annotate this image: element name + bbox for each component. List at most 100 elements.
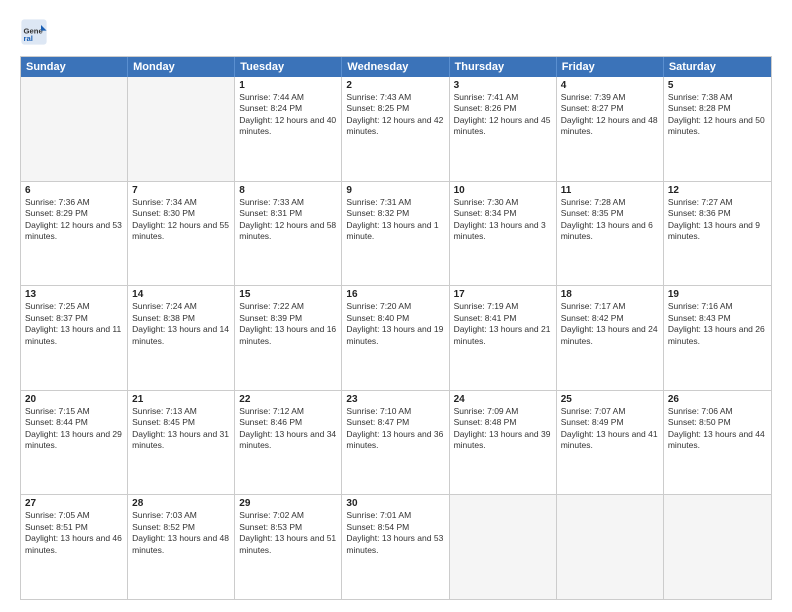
cell-info: Sunrise: 7:31 AM Sunset: 8:32 PM Dayligh… (346, 197, 444, 243)
cell-info: Sunrise: 7:15 AM Sunset: 8:44 PM Dayligh… (25, 406, 123, 452)
day-number: 6 (25, 185, 123, 196)
header-day-saturday: Saturday (664, 57, 771, 77)
day-number: 15 (239, 289, 337, 300)
cell-info: Sunrise: 7:41 AM Sunset: 8:26 PM Dayligh… (454, 92, 552, 138)
cal-cell: 14Sunrise: 7:24 AM Sunset: 8:38 PM Dayli… (128, 286, 235, 390)
day-number: 28 (132, 498, 230, 509)
page: Gene ral SundayMondayTuesdayWednesdayThu… (0, 0, 792, 612)
day-number: 7 (132, 185, 230, 196)
day-number: 14 (132, 289, 230, 300)
cell-info: Sunrise: 7:19 AM Sunset: 8:41 PM Dayligh… (454, 301, 552, 347)
cal-cell: 23Sunrise: 7:10 AM Sunset: 8:47 PM Dayli… (342, 391, 449, 495)
cell-info: Sunrise: 7:06 AM Sunset: 8:50 PM Dayligh… (668, 406, 767, 452)
cal-cell: 22Sunrise: 7:12 AM Sunset: 8:46 PM Dayli… (235, 391, 342, 495)
day-number: 17 (454, 289, 552, 300)
cell-info: Sunrise: 7:24 AM Sunset: 8:38 PM Dayligh… (132, 301, 230, 347)
calendar: SundayMondayTuesdayWednesdayThursdayFrid… (20, 56, 772, 600)
cell-info: Sunrise: 7:09 AM Sunset: 8:48 PM Dayligh… (454, 406, 552, 452)
cal-cell: 25Sunrise: 7:07 AM Sunset: 8:49 PM Dayli… (557, 391, 664, 495)
cell-info: Sunrise: 7:34 AM Sunset: 8:30 PM Dayligh… (132, 197, 230, 243)
cell-info: Sunrise: 7:01 AM Sunset: 8:54 PM Dayligh… (346, 510, 444, 556)
day-number: 13 (25, 289, 123, 300)
cal-cell: 18Sunrise: 7:17 AM Sunset: 8:42 PM Dayli… (557, 286, 664, 390)
day-number: 23 (346, 394, 444, 405)
cell-info: Sunrise: 7:27 AM Sunset: 8:36 PM Dayligh… (668, 197, 767, 243)
cell-info: Sunrise: 7:39 AM Sunset: 8:27 PM Dayligh… (561, 92, 659, 138)
day-number: 21 (132, 394, 230, 405)
cell-info: Sunrise: 7:30 AM Sunset: 8:34 PM Dayligh… (454, 197, 552, 243)
cal-cell (664, 495, 771, 599)
cell-info: Sunrise: 7:17 AM Sunset: 8:42 PM Dayligh… (561, 301, 659, 347)
cal-cell: 1Sunrise: 7:44 AM Sunset: 8:24 PM Daylig… (235, 77, 342, 181)
cal-cell: 27Sunrise: 7:05 AM Sunset: 8:51 PM Dayli… (21, 495, 128, 599)
cal-cell: 28Sunrise: 7:03 AM Sunset: 8:52 PM Dayli… (128, 495, 235, 599)
svg-text:ral: ral (24, 34, 33, 43)
cal-cell (128, 77, 235, 181)
header-day-wednesday: Wednesday (342, 57, 449, 77)
cell-info: Sunrise: 7:12 AM Sunset: 8:46 PM Dayligh… (239, 406, 337, 452)
cal-cell: 8Sunrise: 7:33 AM Sunset: 8:31 PM Daylig… (235, 182, 342, 286)
cal-cell: 6Sunrise: 7:36 AM Sunset: 8:29 PM Daylig… (21, 182, 128, 286)
day-number: 5 (668, 80, 767, 91)
cal-cell: 20Sunrise: 7:15 AM Sunset: 8:44 PM Dayli… (21, 391, 128, 495)
day-number: 22 (239, 394, 337, 405)
cal-cell: 11Sunrise: 7:28 AM Sunset: 8:35 PM Dayli… (557, 182, 664, 286)
logo: Gene ral (20, 18, 50, 46)
cal-cell: 26Sunrise: 7:06 AM Sunset: 8:50 PM Dayli… (664, 391, 771, 495)
calendar-row-0: 1Sunrise: 7:44 AM Sunset: 8:24 PM Daylig… (21, 77, 771, 181)
cal-cell: 3Sunrise: 7:41 AM Sunset: 8:26 PM Daylig… (450, 77, 557, 181)
cal-cell: 5Sunrise: 7:38 AM Sunset: 8:28 PM Daylig… (664, 77, 771, 181)
header: Gene ral (20, 18, 772, 46)
cal-cell: 7Sunrise: 7:34 AM Sunset: 8:30 PM Daylig… (128, 182, 235, 286)
header-day-tuesday: Tuesday (235, 57, 342, 77)
cal-cell: 2Sunrise: 7:43 AM Sunset: 8:25 PM Daylig… (342, 77, 449, 181)
calendar-row-1: 6Sunrise: 7:36 AM Sunset: 8:29 PM Daylig… (21, 181, 771, 286)
calendar-row-2: 13Sunrise: 7:25 AM Sunset: 8:37 PM Dayli… (21, 285, 771, 390)
cal-cell: 9Sunrise: 7:31 AM Sunset: 8:32 PM Daylig… (342, 182, 449, 286)
day-number: 8 (239, 185, 337, 196)
day-number: 2 (346, 80, 444, 91)
day-number: 27 (25, 498, 123, 509)
cal-cell: 21Sunrise: 7:13 AM Sunset: 8:45 PM Dayli… (128, 391, 235, 495)
cal-cell (557, 495, 664, 599)
cell-info: Sunrise: 7:28 AM Sunset: 8:35 PM Dayligh… (561, 197, 659, 243)
cal-cell (450, 495, 557, 599)
cell-info: Sunrise: 7:16 AM Sunset: 8:43 PM Dayligh… (668, 301, 767, 347)
cell-info: Sunrise: 7:02 AM Sunset: 8:53 PM Dayligh… (239, 510, 337, 556)
cal-cell (21, 77, 128, 181)
header-day-thursday: Thursday (450, 57, 557, 77)
calendar-row-4: 27Sunrise: 7:05 AM Sunset: 8:51 PM Dayli… (21, 494, 771, 599)
day-number: 24 (454, 394, 552, 405)
cell-info: Sunrise: 7:25 AM Sunset: 8:37 PM Dayligh… (25, 301, 123, 347)
calendar-header-row: SundayMondayTuesdayWednesdayThursdayFrid… (21, 57, 771, 77)
cell-info: Sunrise: 7:10 AM Sunset: 8:47 PM Dayligh… (346, 406, 444, 452)
cell-info: Sunrise: 7:33 AM Sunset: 8:31 PM Dayligh… (239, 197, 337, 243)
day-number: 25 (561, 394, 659, 405)
cell-info: Sunrise: 7:22 AM Sunset: 8:39 PM Dayligh… (239, 301, 337, 347)
cal-cell: 29Sunrise: 7:02 AM Sunset: 8:53 PM Dayli… (235, 495, 342, 599)
cell-info: Sunrise: 7:07 AM Sunset: 8:49 PM Dayligh… (561, 406, 659, 452)
cell-info: Sunrise: 7:20 AM Sunset: 8:40 PM Dayligh… (346, 301, 444, 347)
day-number: 10 (454, 185, 552, 196)
calendar-row-3: 20Sunrise: 7:15 AM Sunset: 8:44 PM Dayli… (21, 390, 771, 495)
cell-info: Sunrise: 7:13 AM Sunset: 8:45 PM Dayligh… (132, 406, 230, 452)
cell-info: Sunrise: 7:03 AM Sunset: 8:52 PM Dayligh… (132, 510, 230, 556)
calendar-body: 1Sunrise: 7:44 AM Sunset: 8:24 PM Daylig… (21, 77, 771, 599)
cal-cell: 24Sunrise: 7:09 AM Sunset: 8:48 PM Dayli… (450, 391, 557, 495)
logo-icon: Gene ral (20, 18, 48, 46)
day-number: 16 (346, 289, 444, 300)
cell-info: Sunrise: 7:38 AM Sunset: 8:28 PM Dayligh… (668, 92, 767, 138)
day-number: 11 (561, 185, 659, 196)
cell-info: Sunrise: 7:44 AM Sunset: 8:24 PM Dayligh… (239, 92, 337, 138)
cal-cell: 30Sunrise: 7:01 AM Sunset: 8:54 PM Dayli… (342, 495, 449, 599)
day-number: 30 (346, 498, 444, 509)
day-number: 20 (25, 394, 123, 405)
cal-cell: 15Sunrise: 7:22 AM Sunset: 8:39 PM Dayli… (235, 286, 342, 390)
header-day-sunday: Sunday (21, 57, 128, 77)
cal-cell: 19Sunrise: 7:16 AM Sunset: 8:43 PM Dayli… (664, 286, 771, 390)
cal-cell: 4Sunrise: 7:39 AM Sunset: 8:27 PM Daylig… (557, 77, 664, 181)
day-number: 12 (668, 185, 767, 196)
cal-cell: 12Sunrise: 7:27 AM Sunset: 8:36 PM Dayli… (664, 182, 771, 286)
cell-info: Sunrise: 7:05 AM Sunset: 8:51 PM Dayligh… (25, 510, 123, 556)
cal-cell: 13Sunrise: 7:25 AM Sunset: 8:37 PM Dayli… (21, 286, 128, 390)
